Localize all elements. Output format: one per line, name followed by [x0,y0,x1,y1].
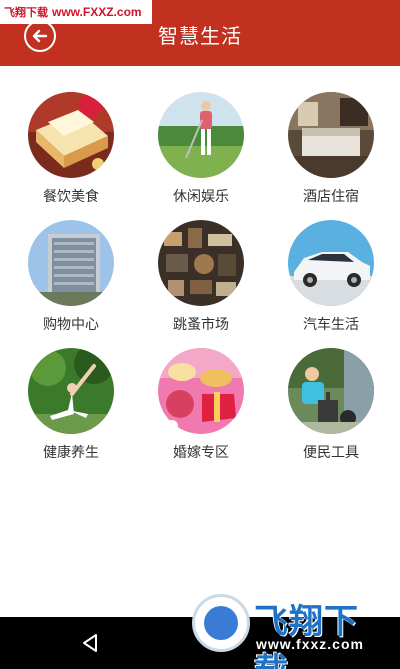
category-item-mall[interactable]: 购物中心 [11,220,131,334]
watermark-bottom: 飞翔下载 www.fxxz.com [192,590,392,669]
category-label: 便民工具 [303,445,359,461]
category-item-car[interactable]: 汽车生活 [271,220,391,334]
category-item-leisure[interactable]: 休闲娱乐 [141,92,261,206]
mall-building-photo-icon [28,220,114,306]
watermark-top-cn: 飞翔下载 [4,6,48,19]
watermark-logo-icon [192,594,250,652]
watermark-brand: 飞翔下载 [254,602,359,669]
watermark-top-url: www.FXXZ.com [52,5,142,19]
wedding-photo-icon [158,348,244,434]
nav-back-triangle-icon[interactable] [78,631,102,655]
category-label: 酒店住宿 [303,189,359,205]
car-photo-icon [288,220,374,306]
category-label: 汽车生活 [303,317,359,333]
category-item-food[interactable]: 餐饮美食 [11,92,131,206]
food-cake-photo-icon [28,92,114,178]
flea-market-photo-icon [158,220,244,306]
convenience-tools-photo-icon [288,348,374,434]
category-item-health[interactable]: 健康养生 [11,348,131,462]
category-label: 餐饮美食 [43,189,99,205]
category-item-tools[interactable]: 便民工具 [271,348,391,462]
yoga-photo-icon [28,348,114,434]
page-title: 智慧生活 [158,24,242,48]
category-label: 购物中心 [43,317,99,333]
category-label: 健康养生 [43,445,99,461]
category-item-wedding[interactable]: 婚嫁专区 [141,348,261,462]
category-item-hotel[interactable]: 酒店住宿 [271,92,391,206]
category-label: 跳蚤市场 [173,317,229,333]
watermark-site: www.fxxz.com [256,636,364,652]
watermark-top: 飞翔下载 www.FXXZ.com [0,0,152,24]
hotel-room-photo-icon [288,92,374,178]
golf-photo-icon [158,92,244,178]
category-label: 休闲娱乐 [173,189,229,205]
category-label: 婚嫁专区 [173,445,229,461]
category-item-flea-market[interactable]: 跳蚤市场 [141,220,261,334]
